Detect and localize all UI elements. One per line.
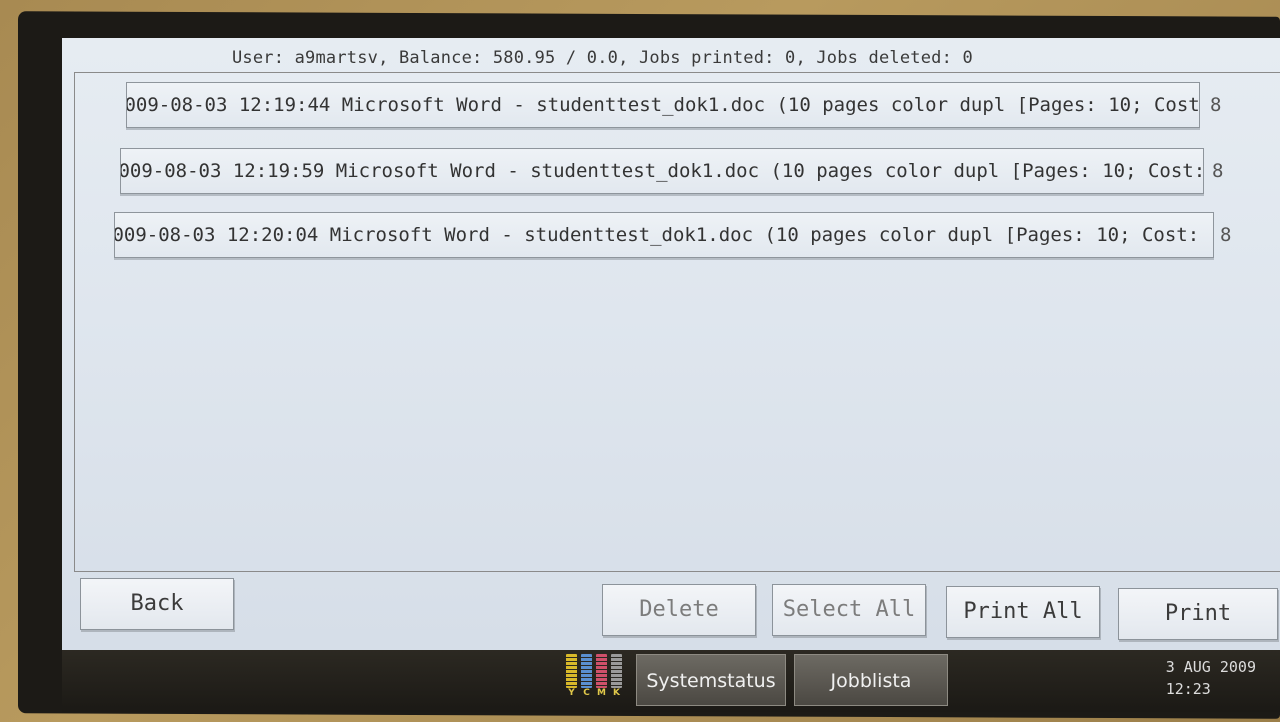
toner-bar-magenta	[596, 654, 607, 688]
toner-bar-yellow	[566, 654, 577, 688]
toner-label: M	[597, 688, 606, 698]
user-status-line: User: a9martsv, Balance: 580.95 / 0.0, J…	[232, 48, 973, 68]
job-row-cost-tail: 8	[1212, 160, 1224, 182]
date-text: 3 AUG 2009	[1165, 658, 1256, 676]
select-all-button[interactable]: Select All	[772, 584, 926, 636]
delete-button[interactable]: Delete	[602, 584, 756, 636]
toner-label: Y	[568, 688, 575, 698]
job-row[interactable]: 2009-08-03 12:19:59 Microsoft Word - stu…	[120, 148, 1204, 194]
toner-level-indicator: Y C M K	[566, 654, 628, 698]
toner-bar-black	[611, 654, 622, 688]
job-list	[74, 72, 1280, 572]
job-list-button[interactable]: Jobblista	[794, 654, 948, 706]
job-row[interactable]: 2009-08-03 12:20:04 Microsoft Word - stu…	[114, 212, 1214, 258]
print-button[interactable]: Print	[1118, 588, 1278, 640]
touch-screen: User: a9martsv, Balance: 580.95 / 0.0, J…	[62, 38, 1280, 650]
job-row-text: 2009-08-03 12:20:04 Microsoft Word - stu…	[114, 224, 1200, 246]
toner-label: K	[613, 688, 620, 698]
job-row-text: 2009-08-03 12:19:44 Microsoft Word - stu…	[126, 94, 1200, 116]
taskbar: Y C M K Systemstatus Jobblista 3 AUG 200…	[62, 650, 1280, 712]
job-row-cost-tail: 8	[1220, 224, 1232, 246]
job-row-text: 2009-08-03 12:19:59 Microsoft Word - stu…	[120, 160, 1204, 182]
job-row[interactable]: 2009-08-03 12:19:44 Microsoft Word - stu…	[126, 82, 1200, 128]
toner-label: C	[583, 688, 590, 698]
back-button[interactable]: Back	[80, 578, 234, 630]
system-status-button[interactable]: Systemstatus	[636, 654, 786, 706]
time-text: 12:23	[1165, 680, 1211, 698]
toner-bar-cyan	[581, 654, 592, 688]
job-row-cost-tail: 8	[1210, 94, 1222, 116]
print-all-button[interactable]: Print All	[946, 586, 1100, 638]
date-time-display: 3 AUG 2009 12:23	[1166, 656, 1256, 700]
